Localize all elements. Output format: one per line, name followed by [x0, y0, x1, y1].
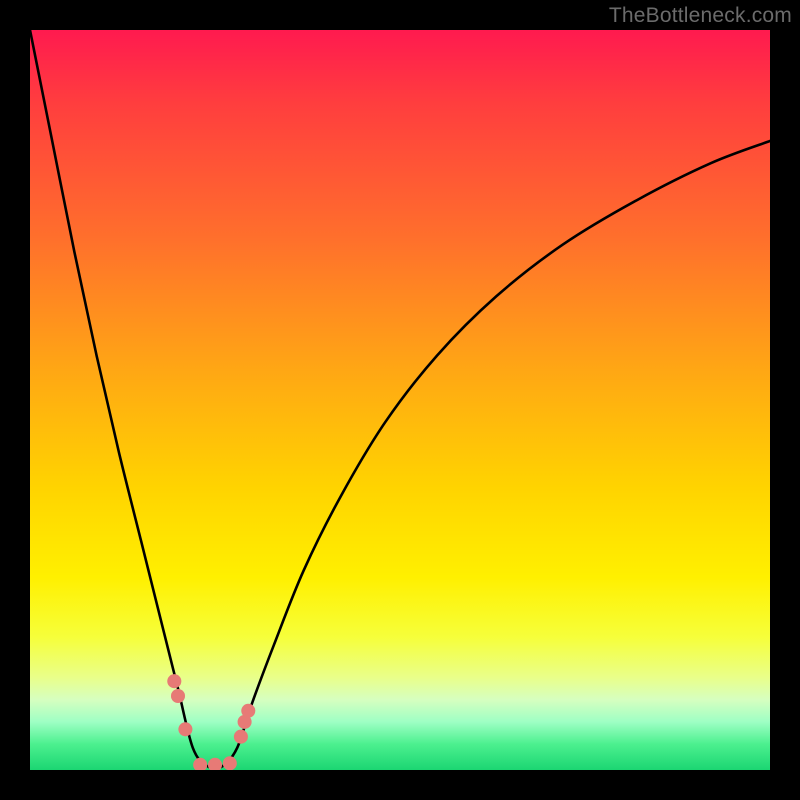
bottleneck-curve: [30, 30, 770, 769]
marker-point: [208, 758, 222, 770]
curve-markers: [167, 674, 255, 770]
marker-point: [223, 756, 237, 770]
marker-point: [178, 722, 192, 736]
chart-svg: [30, 30, 770, 770]
marker-point: [234, 730, 248, 744]
watermark-text: TheBottleneck.com: [609, 4, 792, 28]
marker-point: [193, 758, 207, 770]
marker-point: [171, 689, 185, 703]
marker-point: [241, 704, 255, 718]
outer-frame: TheBottleneck.com: [0, 0, 800, 800]
marker-point: [167, 674, 181, 688]
plot-area: [30, 30, 770, 770]
